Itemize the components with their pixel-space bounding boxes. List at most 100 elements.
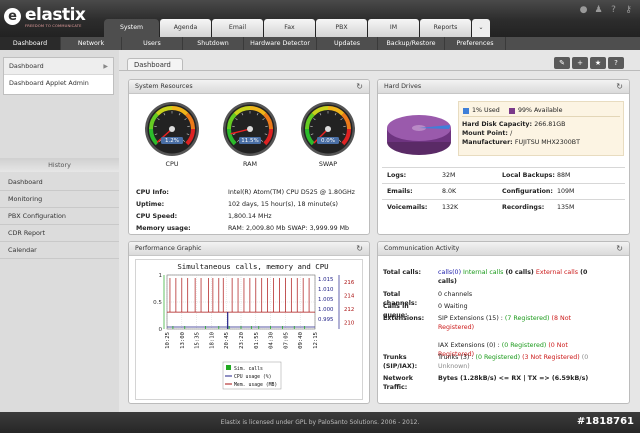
panel-header: Performance Graphic ↻ [129,242,369,256]
subnav-hardware-detector[interactable]: Hardware Detector [244,37,317,50]
panel-title: Performance Graphic [135,245,202,252]
sidebar-item-dashboard-applet-admin[interactable]: Dashboard Applet Admin [4,75,113,92]
x-tick-label: 20:45 [224,332,230,349]
trunks-row: Trunks (SIP/IAX): Trunks (3) : (0 Regist… [383,353,627,371]
key-icon[interactable]: ⚷ [621,4,636,16]
history-item-pbx-configuration[interactable]: PBX Configuration [0,208,119,225]
add-applet-icon[interactable]: + [572,57,588,69]
refresh-icon[interactable]: ↻ [356,80,363,94]
mount-value: / [510,130,513,137]
cpu-info-row: CPU Info: Intel(R) Atom(TM) CPU D525 @ 1.… [136,187,368,198]
user-icon[interactable]: ♟ [591,4,606,16]
recordings-stat: Recordings: 135M [502,204,574,211]
history-item-dashboard[interactable]: Dashboard [0,174,119,191]
disk-info-box: 1% Used 99% Available Hard Disk Capacity… [458,101,624,156]
history-item-calendar[interactable]: Calendar [0,242,119,259]
subnav-network[interactable]: Network [61,37,122,50]
manufacturer-row: Manufacturer: FUJITSU MHX2300BT [462,139,580,146]
cpu-gauge-value: 1.2% [165,138,179,144]
available-legend: 99% Available [509,107,563,114]
tab-more-chevron-down-icon[interactable]: ⌄ [472,19,490,37]
history-item-monitoring[interactable]: Monitoring [0,191,119,208]
cpu-gauge: 1.2% [145,102,199,156]
panel-header: System Resources ↻ [129,80,369,94]
top-icons: ● ♟ ? ⚷ [576,4,636,16]
y-mid-tick-label: 1.005 [318,297,333,303]
subnav-preferences[interactable]: Preferences [445,37,506,50]
configuration-key: Configuration: [502,188,553,195]
sidebar-item-dashboard[interactable]: Dashboard ▶ [4,58,113,75]
tab-system[interactable]: System [104,19,159,37]
logs-stat: Logs: 32M [387,172,455,179]
y-mid-tick-label: 1.010 [318,287,334,293]
x-tick-label: 13:00 [180,332,186,349]
elastix-logo[interactable]: e elastix FREEDOM TO COMMUNICATE [4,5,90,31]
app-name: elastix [25,5,86,25]
iax-registered: (0 Registered) [501,342,547,349]
capacity-key: Hard Disk Capacity: [462,121,532,128]
subnav-users[interactable]: Users [122,37,183,50]
subnav-shutdown[interactable]: Shutdown [183,37,244,50]
drop-icon[interactable]: ● [576,4,591,16]
sub-navigation: Dashboard Network Users Shutdown Hardwar… [0,37,640,50]
cpu-speed-row: CPU Speed: 1,800.14 MHz [136,211,368,222]
communication-activity-panel: Communication Activity ↻ Total calls: ca… [377,241,630,404]
cpu-speed-key: CPU Speed: [136,213,178,220]
subnav-backup-restore[interactable]: Backup/Restore [378,37,445,50]
y-right-tick-label: 216 [344,280,355,286]
hard-drives-panel: Hard Drives ↻ 1% Used 99% Available Hard… [377,79,630,235]
edit-icon[interactable]: ✎ [554,57,570,69]
subnav-dashboard[interactable]: Dashboard [0,37,61,50]
trunks-value: Trunks (3) : (0 Registered) (3 Not Regis… [438,353,593,371]
star-icon[interactable]: ★ [590,57,606,69]
emails-value: 8.0K [442,188,457,195]
refresh-icon[interactable]: ↻ [616,80,623,94]
total-calls-value: calls(0) Internal calls (0 calls) Extern… [438,268,593,286]
tab-fax[interactable]: Fax [264,19,315,37]
x-tick-label: 04:30 [269,332,275,349]
gauge-hub [169,126,175,132]
voicemails-value: 132K [442,204,459,211]
tab-im[interactable]: IM [368,19,419,37]
trunks-key: Trunks (SIP/IAX): [383,354,418,370]
subnav-updates[interactable]: Updates [317,37,378,50]
external-calls: External calls [535,269,579,276]
tab-pbx[interactable]: PBX [316,19,367,37]
main-content: Dashboard ✎ + ★ ? System Resources ↻ 1.2… [119,50,640,412]
dashboard-toolbar: ✎ + ★ ? [552,57,624,69]
question-icon[interactable]: ? [606,4,621,16]
gauge-hub [325,126,331,132]
help-icon[interactable]: ? [608,57,624,69]
refresh-icon[interactable]: ↻ [356,242,363,256]
available-swatch [509,107,515,114]
dashboard-divider [119,70,640,71]
uptime-key: Uptime: [136,201,165,208]
x-tick-label: 10:25 [165,332,171,349]
swap-gauge-label: SWAP [318,160,338,168]
extensions-row: Extensions: SIP Extensions (15) : (7 Reg… [383,314,627,358]
cpu-info-key: CPU Info: [136,189,169,196]
tab-agenda[interactable]: Agenda [160,19,211,37]
total-calls-row: Total calls: calls(0) Internal calls (0 … [383,268,627,286]
stats-divider [382,199,625,200]
panel-title: Hard Drives [384,83,422,90]
ram-gauge-label: RAM [242,160,258,168]
x-tick-label: 12:15 [313,332,319,349]
used-legend: 1% Used [463,107,500,114]
tab-email[interactable]: Email [212,19,263,37]
internal-calls: Internal calls [463,269,504,276]
y-left-tick-label: 1 [158,273,162,279]
sidebar: Dashboard ▶ Dashboard Applet Admin Histo… [0,50,119,412]
internal-calls-count: (0 calls) [505,269,534,276]
trunks-not-registered: (3 Not Registered) [522,354,580,361]
voicemails-stat: Voicemails: 132K [387,204,458,211]
refresh-icon[interactable]: ↻ [616,242,623,256]
network-traffic-value: Bytes (1.28kB/s) <= RX | TX => (6.59kB/s… [438,375,589,382]
elastix-logo-icon: e [4,8,21,25]
uptime-value: 102 days, 15 hour(s), 18 minute(s) [228,201,338,208]
tab-reports[interactable]: Reports [420,19,471,37]
history-item-cdr-report[interactable]: CDR Report [0,225,119,242]
y-right-tick-label: 214 [344,293,355,299]
configuration-stat: Configuration: 109M [502,188,574,195]
x-tick-label: 07:05 [283,332,289,349]
